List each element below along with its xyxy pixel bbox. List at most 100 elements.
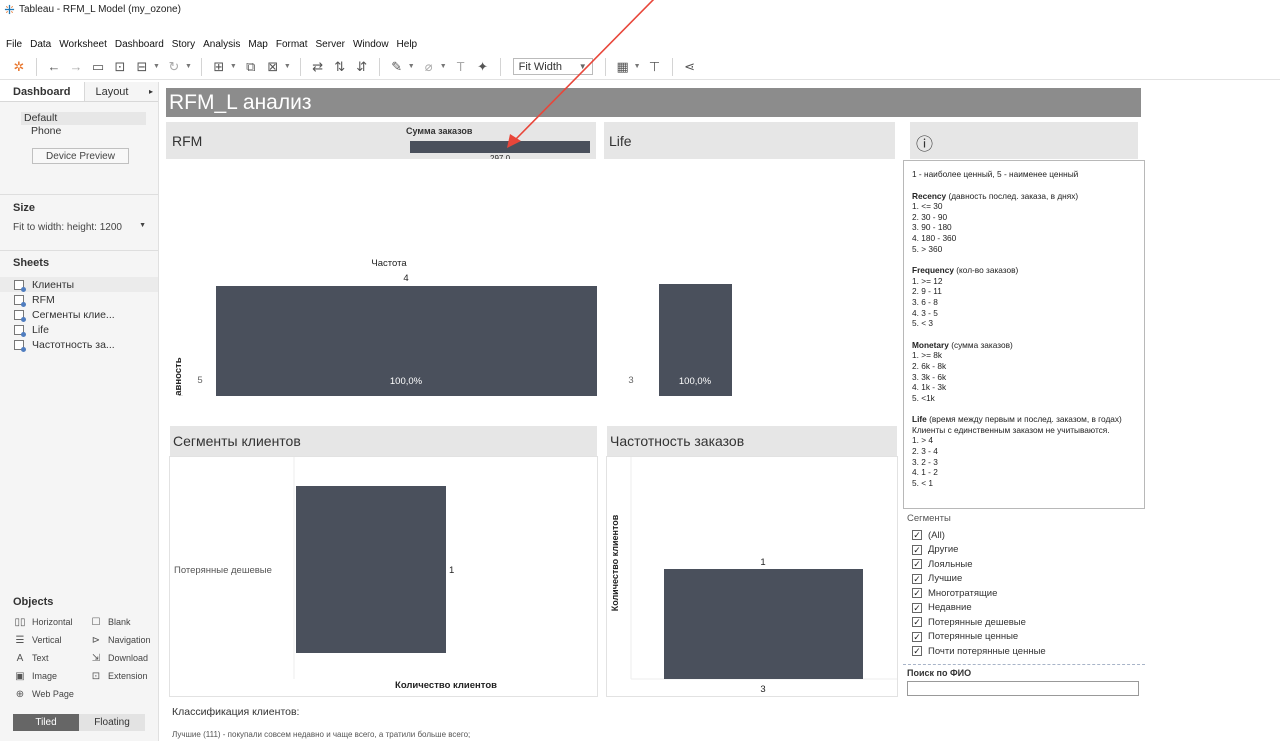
filter-option[interactable]: ✓ Лояльные [903, 557, 1145, 572]
caret-icon[interactable]: ▼ [153, 63, 160, 70]
segments-filter: Сегменты ✓ (All) ✓ Другие ✓ Лояльные ✓ Лучши… [903, 511, 1145, 659]
checkbox-checked-icon[interactable]: ✓ [912, 646, 922, 657]
search-input[interactable] [907, 681, 1139, 696]
object-image[interactable]: ▣ Image [14, 670, 90, 682]
labels-icon[interactable]: T [450, 57, 472, 77]
object-text[interactable]: A Text [14, 652, 90, 664]
info-icon[interactable]: ⓘ [916, 130, 933, 155]
sort-ascending-icon[interactable]: ⇅ [329, 57, 351, 77]
filter-option[interactable]: ✓ Потерянные дешевые [903, 615, 1145, 630]
sheet-item[interactable]: Сегменты клие... [0, 307, 158, 322]
filter-option[interactable]: ✓ Многотратящие [903, 586, 1145, 601]
checkbox-checked-icon[interactable]: ✓ [912, 559, 922, 570]
presentation-mode-icon[interactable]: ⊤ [644, 57, 666, 77]
menu-window[interactable]: Window [353, 39, 389, 50]
duplicate-sheet-icon[interactable]: ⧉ [240, 57, 262, 77]
segments-header-title: Сегменты клиентов [173, 433, 301, 449]
clear-sheet-icon[interactable]: ⊠ [262, 57, 284, 77]
menu-story[interactable]: Story [172, 39, 195, 50]
sort-descending-icon[interactable]: ⇵ [351, 57, 373, 77]
refresh-icon[interactable]: ↻ [163, 57, 185, 77]
highlight-icon[interactable]: ✎ [386, 57, 408, 77]
filter-option[interactable]: ✓ Потерянные ценные [903, 630, 1145, 645]
filter-option[interactable]: ✓ Лучшие [903, 572, 1145, 587]
tab-layout[interactable]: Layout ▸ [85, 82, 158, 101]
object-label: Image [32, 671, 58, 681]
title-bar: Tableau - RFM_L Model (my_ozone) [0, 0, 1280, 18]
caret-icon[interactable]: ▼ [230, 63, 237, 70]
new-data-source-icon[interactable]: ⊡ [109, 57, 131, 77]
object-web-page[interactable]: ⊕ Web Page [14, 688, 90, 700]
frequency-item: 3. 6 - 8 [912, 296, 938, 307]
share-icon[interactable]: ⋖ [679, 57, 701, 77]
object-blank[interactable]: ☐ Blank [90, 616, 166, 628]
globe-icon: ⊕ [15, 688, 25, 700]
object-download[interactable]: ⇲ Download [90, 652, 166, 664]
tiled-button[interactable]: Tiled [13, 714, 79, 731]
save-icon[interactable]: ▭ [87, 57, 109, 77]
rfm-chart: Частота 4 Давность 5 100,0% [173, 258, 597, 396]
life-header: Life [604, 122, 895, 159]
pause-updates-icon[interactable]: ⊟ [131, 57, 153, 77]
menu-help[interactable]: Help [397, 39, 418, 50]
sheet-item[interactable]: Частотность за... [0, 337, 158, 352]
new-worksheet-icon[interactable]: ⊞ [208, 57, 230, 77]
caret-icon[interactable]: ▼ [440, 63, 447, 70]
caret-icon[interactable]: ▼ [185, 63, 192, 70]
sheet-item[interactable]: Life [0, 322, 158, 337]
recency-item: 1. <= 30 [912, 201, 943, 212]
checkbox-checked-icon[interactable]: ✓ [912, 544, 922, 555]
object-horizontal[interactable]: ▯▯ Horizontal [14, 616, 90, 628]
caret-icon[interactable]: ▼ [408, 63, 415, 70]
menu-worksheet[interactable]: Worksheet [59, 39, 107, 50]
filter-option[interactable]: ✓ Почти потерянные ценные [903, 644, 1145, 659]
filter-title: Сегменты [907, 513, 951, 524]
group-icon[interactable]: ⌀ [418, 57, 440, 77]
filter-option[interactable]: ✓ (All) [903, 528, 1145, 543]
filter-option-label: Другие [928, 544, 959, 556]
checkbox-checked-icon[interactable]: ✓ [912, 573, 922, 584]
life-item: 3. 2 - 3 [912, 456, 938, 467]
sheet-item[interactable]: Клиенты [0, 277, 158, 292]
pin-icon[interactable]: ✦ [472, 57, 494, 77]
object-label: Horizontal [32, 617, 73, 627]
checkbox-checked-icon[interactable]: ✓ [912, 588, 922, 599]
life-chart: 3 100,0% [628, 284, 732, 396]
fit-width-select[interactable]: Fit Width ▼ [512, 58, 593, 75]
caret-icon[interactable]: ▼ [284, 63, 291, 70]
object-extension[interactable]: ⊡ Extension [90, 670, 166, 682]
sheet-item[interactable]: RFM [0, 292, 158, 307]
menu-server[interactable]: Server [316, 39, 345, 50]
undo-icon[interactable]: ← [43, 57, 65, 77]
segments-bar[interactable] [296, 486, 446, 653]
device-phone[interactable]: Phone [31, 125, 158, 138]
floating-button[interactable]: Floating [79, 714, 145, 731]
redo-icon[interactable]: → [65, 57, 87, 77]
filter-option[interactable]: ✓ Недавние [903, 601, 1145, 616]
show-me-icon[interactable]: ▦ [612, 57, 634, 77]
menu-map[interactable]: Map [248, 39, 267, 50]
device-default[interactable]: Default [21, 112, 146, 125]
checkbox-checked-icon[interactable]: ✓ [912, 631, 922, 642]
checkbox-checked-icon[interactable]: ✓ [912, 602, 922, 613]
tab-dashboard[interactable]: Dashboard [0, 82, 86, 101]
object-navigation[interactable]: ⊳ Navigation [90, 634, 166, 646]
frequency-item: 2. 9 - 11 [912, 286, 942, 297]
tableau-home-icon[interactable]: ✲ [8, 57, 30, 77]
checkbox-checked-icon[interactable]: ✓ [912, 617, 922, 628]
size-select[interactable]: Fit to width: height: 1200 ▼ [13, 222, 146, 233]
object-vertical[interactable]: ☰ Vertical [14, 634, 90, 646]
menu-data[interactable]: Data [30, 39, 51, 50]
menu-format[interactable]: Format [276, 39, 308, 50]
caret-icon[interactable]: ▼ [634, 63, 641, 70]
menu-analysis[interactable]: Analysis [203, 39, 240, 50]
menu-dashboard[interactable]: Dashboard [115, 39, 164, 50]
device-preview-button[interactable]: Device Preview [32, 148, 129, 164]
menu-file[interactable]: File [6, 39, 22, 50]
swap-icon[interactable]: ⇄ [307, 57, 329, 77]
filter-option[interactable]: ✓ Другие [903, 543, 1145, 558]
sum-orders-bar[interactable] [410, 141, 590, 153]
toolbar-separator [499, 57, 501, 76]
frequency-bar[interactable] [664, 569, 863, 679]
checkbox-checked-icon[interactable]: ✓ [912, 530, 922, 541]
